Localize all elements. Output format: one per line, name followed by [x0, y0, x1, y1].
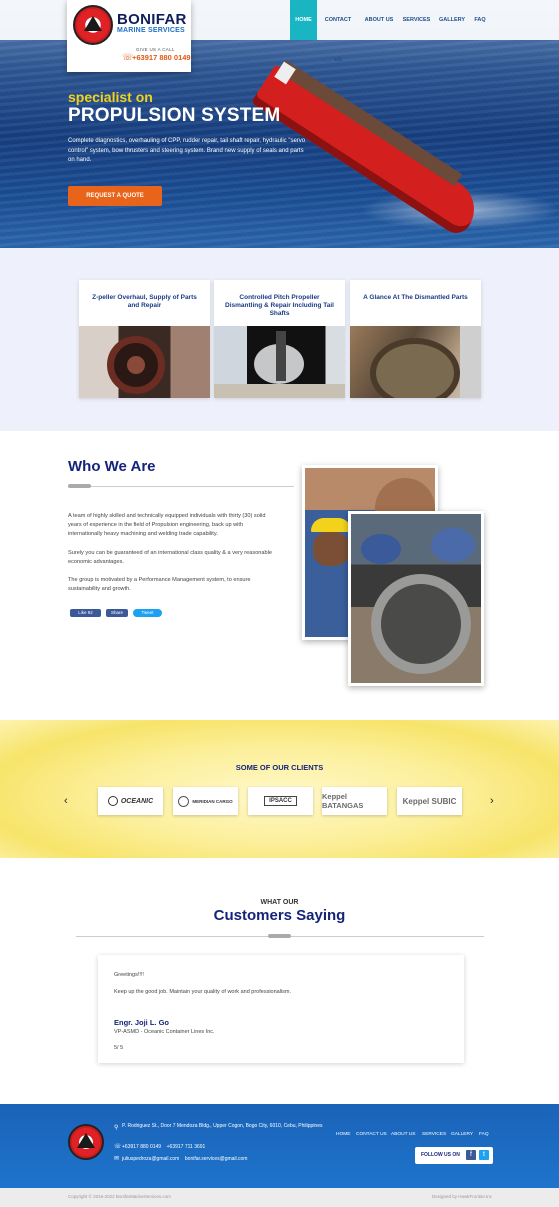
hero-title: PROPULSION SYSTEM — [68, 105, 281, 126]
divider-accent — [268, 934, 291, 938]
meridian-logo-icon — [178, 795, 190, 807]
footer-nav-gallery[interactable]: GALLERY — [451, 1132, 473, 1137]
divider — [68, 486, 294, 487]
client-name: IPSACC — [264, 796, 297, 806]
facebook-icon[interactable]: f — [466, 1150, 476, 1160]
testimonial-author: Engr. Joji L. Go — [114, 1018, 170, 1027]
about-title: Who We Are — [68, 458, 156, 475]
client-name: OCEANIC — [120, 797, 154, 805]
testimonials-title: Customers Saying — [213, 907, 346, 924]
service-card-title: Z-peller Overhaul, Supply of Parts and R… — [92, 294, 197, 309]
header-phone[interactable]: +63917 880 0149 — [132, 53, 191, 62]
twitter-icon[interactable]: t — [479, 1150, 489, 1160]
about-photo-workshop — [348, 511, 484, 686]
zpeller-photo — [79, 326, 210, 398]
phone-icon: ☏ — [114, 1144, 122, 1150]
nav-faq[interactable]: FAQ — [472, 0, 488, 40]
nav-home[interactable]: HOME — [290, 0, 317, 40]
testimonial-pager: 5/ 5 — [114, 1045, 124, 1051]
location-icon: ⚲ — [114, 1125, 119, 1131]
footer-emails[interactable]: juliuspedroza@gmail.com bonifar.services… — [122, 1156, 247, 1163]
facebook-share-button[interactable]: Share — [106, 609, 128, 617]
copyright-text: Copyright © 2016-2022 BonifarMarineServi… — [68, 1194, 171, 1199]
brand-subtitle: MARINE SERVICES — [117, 27, 185, 34]
request-quote-button[interactable]: REQUEST A QUOTE — [68, 186, 162, 206]
tweet-button[interactable]: Tweet — [133, 609, 162, 617]
client-logo-ipsacc[interactable]: IPSACC — [248, 787, 313, 815]
testimonial-message: Keep up the good job. Maintain your qual… — [114, 989, 292, 995]
service-card-title: Controlled Pitch Propeller Dismantling &… — [225, 294, 334, 317]
clients-title: SOME OF OUR CLIENTS — [235, 763, 324, 772]
footer-logo-icon — [68, 1124, 104, 1160]
email-icon: ✉ — [114, 1156, 120, 1162]
follow-label: FOLLOW US ON — [421, 1152, 460, 1158]
service-card-cpp[interactable]: Controlled Pitch Propeller Dismantling &… — [214, 280, 345, 398]
hero-kicker: specialist on — [68, 89, 153, 105]
cpp-photo — [214, 326, 345, 398]
footer-nav-about-us[interactable]: ABOUT US — [391, 1132, 415, 1137]
footer-nav-home[interactable]: HOME — [336, 1132, 350, 1137]
oceanic-logo-icon — [107, 796, 118, 806]
dismantled-parts-photo — [350, 326, 481, 398]
footer-nav-services[interactable]: SERVICES — [422, 1132, 446, 1137]
bottom-bar: Copyright © 2016-2022 BonifarMarineServi… — [0, 1188, 559, 1207]
testimonials-kicker: WHAT OUR — [260, 899, 299, 906]
designer-credit[interactable]: Designed by HawkFrontier.Inc — [432, 1194, 492, 1199]
facebook-like-button[interactable]: Like 92 — [70, 609, 101, 617]
footer-nav-faq[interactable]: FAQ — [479, 1132, 489, 1137]
follow-us-box: FOLLOW US ON f t — [415, 1147, 493, 1164]
service-card-title: A Glance At The Dismantled Parts — [363, 294, 468, 301]
company-emblem-icon — [73, 5, 113, 45]
about-paragraph: The group is motivated by a Performance … — [68, 577, 251, 592]
hero-description: Complete diagnostics, overhauling of CPP… — [68, 138, 306, 163]
nav-gallery[interactable]: GALLERY — [439, 0, 465, 40]
call-label: GIVE US A CALL — [136, 47, 175, 52]
footer: ⚲ P. Rodriguez St., Door 7 Mendoza Bldg.… — [0, 1104, 559, 1188]
footer-address: P. Rodriguez St., Door 7 Mendoza Bldg., … — [122, 1123, 323, 1129]
brand-name: BONIFAR — [117, 11, 187, 28]
client-logo-oceanic[interactable]: OCEANIC — [98, 787, 163, 815]
carousel-next-icon[interactable]: › — [490, 795, 494, 807]
about-paragraph: Surely you can be guaranteed of an inter… — [68, 550, 272, 565]
footer-nav-contact-us[interactable]: CONTACT US — [356, 1132, 387, 1137]
testimonial-card: Greetings!!!! Keep up the good job. Main… — [98, 955, 464, 1063]
client-logo-keppel-batangas[interactable]: Keppel BATANGAS — [322, 787, 387, 815]
service-card-zpeller[interactable]: Z-peller Overhaul, Supply of Parts and R… — [79, 280, 210, 398]
client-name: MERIDIAN CARGO — [192, 798, 233, 804]
divider-accent — [68, 484, 91, 488]
about-paragraph: A team of highly skilled and technically… — [68, 513, 266, 537]
client-logo-meridian[interactable]: MERIDIAN CARGO — [173, 787, 238, 815]
nav-contact-us[interactable]: CONTACT US — [321, 0, 355, 63]
carousel-prev-icon[interactable]: ‹ — [64, 795, 68, 807]
testimonial-role: VP-ASMD - Oceanic Container Lines Inc. — [114, 1029, 215, 1035]
nav-about-us[interactable]: ABOUT US — [364, 0, 394, 40]
testimonial-greeting: Greetings!!!! — [114, 972, 144, 978]
client-logo-keppel-subic[interactable]: Keppel SUBIC — [397, 787, 462, 815]
footer-phones[interactable]: +63917 880 0149 +63917 711 3691 — [122, 1144, 205, 1151]
nav-services[interactable]: SERVICES — [402, 0, 431, 40]
service-card-dismantled[interactable]: A Glance At The Dismantled Parts — [350, 280, 481, 398]
